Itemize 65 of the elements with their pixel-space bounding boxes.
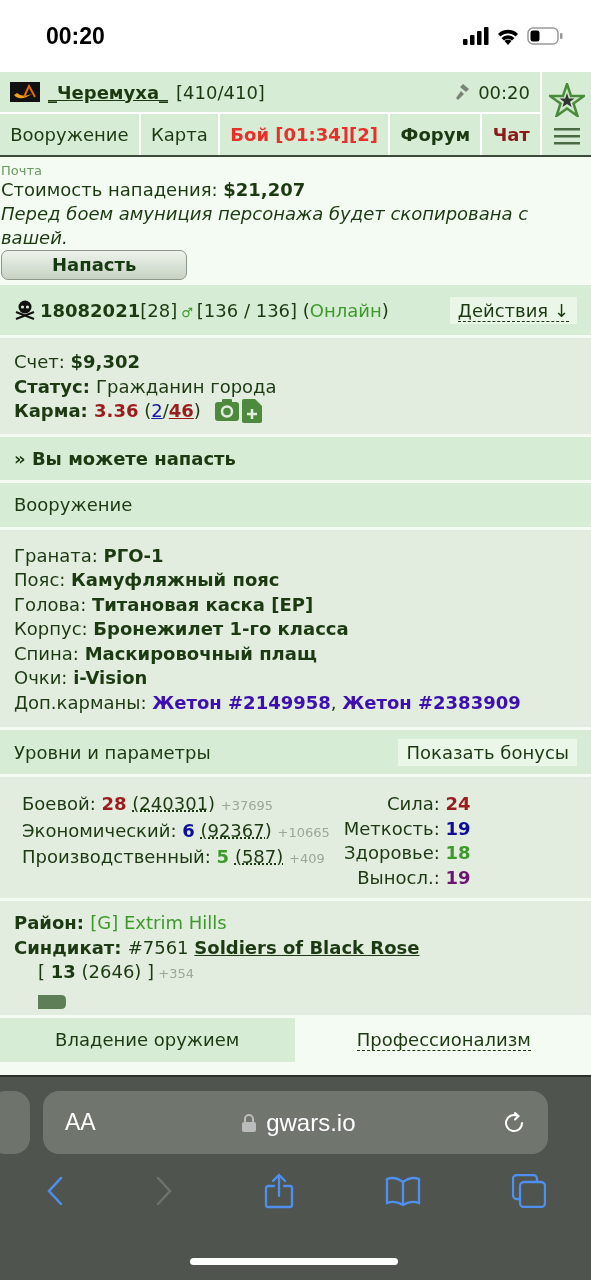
tab[interactable]: Владение оружием: [0, 1017, 295, 1062]
equipment-row-text: Граната: РГО-1: [14, 543, 165, 568]
skill-row-text: Экономический: 6 (92367) +10665: [22, 818, 330, 843]
menu-icon[interactable]: [553, 126, 580, 145]
logo-icon: [10, 82, 40, 102]
add-file-icon[interactable]: [241, 399, 262, 424]
camera-icon[interactable]: [214, 399, 239, 422]
stat-row-text: Здоровье: 18: [344, 841, 471, 865]
attack-note: Перед боем амуниция персонажа будет скопирована с вашей.: [0, 202, 530, 250]
syndicate-link[interactable]: Soldiers of Black Rose: [194, 936, 420, 958]
account-line: Счет: $9,302: [14, 350, 142, 374]
wifi-icon: [496, 27, 520, 45]
token-link[interactable]: Жетон #2149958: [152, 691, 331, 713]
attack-hint: » Вы можете напасть: [14, 447, 236, 469]
previous-tab-preview[interactable]: [0, 1091, 30, 1154]
stat-row: Выносл.: 19: [357, 865, 471, 890]
signal-icon: [463, 27, 489, 45]
back-icon[interactable]: [45, 1176, 64, 1206]
server-time: 00:20: [478, 81, 530, 103]
equipment-row-text: Корпус: Бронежилет 1-го класса: [14, 617, 350, 641]
bookmarks-icon[interactable]: [384, 1176, 421, 1206]
address-bar[interactable]: AA gwars.io: [43, 1091, 548, 1154]
clock: 00:20: [46, 22, 105, 50]
karma-link[interactable]: 46: [168, 400, 194, 421]
karma-line: Карма: 3.36 (2/46): [14, 399, 201, 423]
url-text: gwars.io: [266, 1108, 356, 1137]
district-line: Район: [G] Extrim Hills: [14, 911, 228, 935]
attack-cost: Стоимость нападения: $21,207: [0, 178, 307, 202]
share-icon[interactable]: [263, 1173, 294, 1209]
syndicate-rank: [ 13 (2646) ] +354: [37, 960, 195, 984]
karma-link[interactable]: 2: [151, 400, 163, 421]
section-title: Вооружение: [14, 494, 133, 515]
lock-icon: [242, 1113, 257, 1132]
hp-text: [410/410]: [176, 81, 265, 103]
syndicate-badge-icon: [38, 994, 66, 1009]
skill-row-text: Боевой: 28 (240301) +37695: [22, 792, 275, 816]
syndicate-line: Синдикат: #7561 Soldiers of Black Rose: [14, 935, 421, 960]
hammer-icon: [456, 84, 471, 100]
nav-tab[interactable]: Чат: [482, 114, 541, 155]
tabs-icon[interactable]: [511, 1174, 546, 1208]
show-bonuses-button[interactable]: Показать бонусы: [398, 738, 577, 766]
stat-row-text: Сила: 24: [386, 792, 471, 816]
username-link[interactable]: _Черемуха_: [48, 81, 169, 103]
equipment-row-text: Пояс: Камуфляжный пояс: [14, 568, 281, 592]
actions-dropdown[interactable]: Действия ↓: [449, 296, 577, 324]
attack-button[interactable]: Напасть: [1, 250, 188, 280]
token-link[interactable]: Жетон #2383909: [342, 691, 521, 713]
separator: ,: [330, 691, 338, 713]
equipment-row-text: Голова: Титановая каска [ЕР]: [14, 592, 315, 617]
stat-row: Меткость: 19: [343, 816, 471, 841]
equipment-row-text: Очки: i-Vision: [14, 666, 149, 690]
text-size-button[interactable]: AA: [65, 1109, 96, 1136]
skull-icon: [14, 300, 36, 320]
star-icon[interactable]: [548, 82, 585, 117]
reload-icon[interactable]: [502, 1110, 526, 1135]
account-line: Статус: Гражданин города: [14, 374, 278, 399]
equipment-label: Доп.карманы:: [14, 691, 148, 713]
nav-tab[interactable]: Форум: [390, 114, 481, 155]
skill-row-text: Производственный: 5 (587) +409: [22, 845, 326, 869]
section-title: Уровни и параметры: [14, 741, 211, 763]
player-info: 18082021[28] ♂ [136 / 136] (Онлайн): [40, 299, 389, 321]
nav-tab[interactable]: Карта: [140, 114, 219, 155]
nav-tab[interactable]: Вооружение: [0, 114, 139, 155]
battery-icon: [527, 27, 563, 45]
equipment-row-text: Спина: Маскировочный плащ: [14, 641, 318, 666]
